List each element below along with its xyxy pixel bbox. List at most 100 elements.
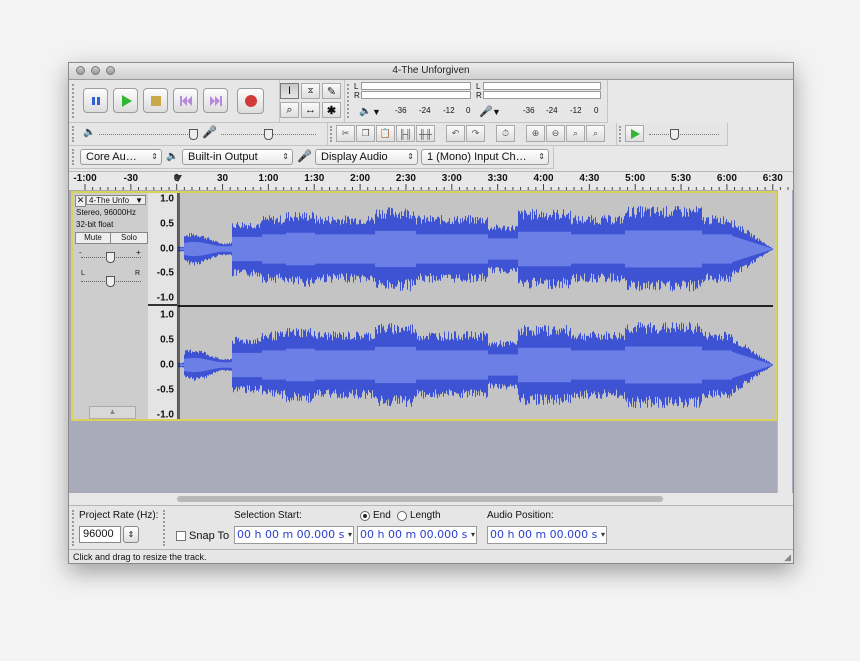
skip-to-start-button[interactable]: [173, 88, 198, 113]
copy-button[interactable]: ❐: [356, 125, 375, 142]
amplitude-label: 1.0: [160, 193, 174, 205]
skip-to-end-button[interactable]: [203, 88, 228, 113]
rec-tick: -24: [546, 106, 558, 115]
selection-start-field[interactable]: 00 h 00 m 00.000 s ▾: [234, 526, 354, 544]
output-device-icon: 🔈: [166, 151, 179, 162]
horizontal-scroll-thumb[interactable]: [177, 496, 663, 502]
audio-position-field[interactable]: 00 h 00 m 00.000 s ▾: [487, 526, 607, 544]
ruler-label: 2:30: [395, 173, 416, 184]
ruler-label: 3:00: [441, 173, 462, 184]
vertical-scrollbar[interactable]: [777, 190, 792, 493]
envelope-tool[interactable]: ⧖: [301, 83, 320, 99]
time-format-dropdown-icon[interactable]: ▾: [348, 527, 352, 543]
sync-lock-button[interactable]: ⏱: [496, 125, 515, 142]
ruler-label: 4:30: [579, 173, 600, 184]
track-name-menu[interactable]: 4-The Unfo ▼: [86, 195, 146, 205]
trim-button[interactable]: ╟╢: [396, 125, 415, 142]
pan-thumb[interactable]: [106, 276, 115, 287]
silence-icon: ╫╫: [419, 128, 432, 139]
rec-tick: -12: [570, 106, 582, 115]
zoom-tool[interactable]: ⌕: [280, 102, 299, 118]
record-meter-dropdown[interactable]: ▼: [492, 107, 501, 117]
zoom-in-button[interactable]: ⊕: [526, 125, 545, 142]
undo-icon: ↶: [451, 128, 460, 138]
audio-position-label: Audio Position:: [487, 510, 554, 521]
length-radio[interactable]: [397, 511, 407, 521]
track-bitdepth-info: 32-bit float: [76, 220, 114, 229]
record-meter-l-label: L: [476, 82, 481, 91]
project-rate-dropdown[interactable]: ⇕: [123, 526, 139, 543]
amplitude-ruler: 1.0 0.5 0.0 -0.5 -1.0 1.0 0.5 0.0 -0.5 -1.0: [148, 193, 178, 421]
solo-button[interactable]: Solo: [110, 232, 148, 244]
ruler-label: 4:00: [533, 173, 554, 184]
toolbar-grip[interactable]: [72, 84, 78, 118]
window-title: 4-The Unforgiven: [392, 65, 470, 76]
redo-button[interactable]: ↷: [466, 125, 485, 142]
fit-selection-icon: ⌕: [572, 128, 579, 138]
undo-button[interactable]: ↶: [446, 125, 465, 142]
mute-button[interactable]: Mute: [75, 232, 111, 244]
collapse-track-button[interactable]: ▲: [89, 406, 136, 419]
gain-thumb[interactable]: [106, 252, 115, 263]
audio-track[interactable]: ✕ 4-The Unfo ▼ Stereo, 96000Hz 32-bit flo…: [71, 191, 777, 421]
silence-button[interactable]: ╫╫: [416, 125, 435, 142]
selection-start-label: Selection Start:: [234, 510, 302, 521]
track-control-panel: ✕ 4-The Unfo ▼ Stereo, 96000Hz 32-bit flo…: [73, 193, 149, 419]
meter-toolbar: L R 🔈 ▼ -36 -24 -12 0 L R 🎤 ▼ -36 -24 -1…: [345, 80, 608, 123]
playback-meter-r-label: R: [354, 91, 360, 100]
track-close-button[interactable]: ✕: [75, 195, 86, 207]
speed-thumb[interactable]: [670, 129, 679, 140]
end-radio[interactable]: [360, 511, 370, 521]
pause-button[interactable]: [83, 88, 108, 113]
input-channels-select[interactable]: 1 (Mono) Input Ch… ⇕: [421, 149, 549, 165]
output-volume-slider[interactable]: [99, 134, 194, 135]
device-grip[interactable]: [72, 149, 78, 165]
time-format-dropdown-icon[interactable]: ▾: [471, 527, 475, 543]
draw-tool[interactable]: ✎: [322, 83, 341, 99]
project-rate-field[interactable]: 96000: [79, 526, 121, 543]
play-icon: [121, 94, 132, 107]
horizontal-scrollbar[interactable]: [69, 493, 793, 505]
time-shift-tool[interactable]: ↔: [301, 102, 320, 118]
selection-grip[interactable]: [72, 510, 78, 546]
speed-slider[interactable]: [649, 134, 719, 135]
audio-host-select[interactable]: Core Au… ⇕: [80, 149, 162, 165]
timeline-ruler[interactable]: -1:00 -30 0 30 1:00 1:30 2:00 2:30 3:00 3:30 4:00 4…: [69, 171, 793, 191]
mixer-grip[interactable]: [72, 126, 78, 142]
snap-to-checkbox[interactable]: [176, 531, 186, 541]
output-device-select[interactable]: Built-in Output ⇕: [182, 149, 293, 165]
stop-button[interactable]: [143, 88, 168, 113]
record-button[interactable]: [237, 88, 264, 114]
amplitude-label: -0.5: [156, 384, 174, 396]
input-volume-thumb[interactable]: [264, 129, 273, 140]
play-button[interactable]: [113, 88, 138, 113]
playback-meter-dropdown[interactable]: ▼: [372, 107, 381, 117]
skip-end-icon: [209, 95, 222, 106]
selection-grip-2[interactable]: [163, 510, 169, 546]
multi-tool[interactable]: ✱: [322, 102, 341, 118]
play-at-speed-button[interactable]: [625, 125, 644, 142]
playback-meter-left[interactable]: [361, 82, 471, 90]
record-meter-right[interactable]: [483, 91, 601, 99]
resize-grip-icon[interactable]: ◢: [784, 550, 791, 563]
input-device-select[interactable]: Display Audio ⇕: [315, 149, 418, 165]
playhead-marker[interactable]: [174, 175, 182, 182]
meter-grip[interactable]: [347, 84, 353, 118]
record-meter-left[interactable]: [483, 82, 601, 90]
zoom-in-icon: ⊕: [531, 128, 540, 138]
selection-end-field[interactable]: 00 h 00 m 00.000 s ▾: [357, 526, 477, 544]
cut-button[interactable]: ✂: [336, 125, 355, 142]
waveform-display[interactable]: [178, 193, 773, 419]
fit-project-button[interactable]: ⌕: [586, 125, 605, 142]
output-volume-thumb[interactable]: [189, 129, 198, 140]
pause-icon: [91, 96, 100, 105]
play-at-speed-icon: [630, 128, 640, 139]
end-label: End: [373, 510, 391, 521]
playback-meter-right[interactable]: [361, 91, 471, 99]
status-text: Click and drag to resize the track.: [73, 552, 207, 562]
time-format-dropdown-icon[interactable]: ▾: [601, 527, 605, 543]
zoom-out-button[interactable]: ⊖: [546, 125, 565, 142]
fit-selection-button[interactable]: ⌕: [566, 125, 585, 142]
paste-button[interactable]: 📋: [376, 125, 395, 142]
selection-tool[interactable]: I: [280, 83, 299, 99]
